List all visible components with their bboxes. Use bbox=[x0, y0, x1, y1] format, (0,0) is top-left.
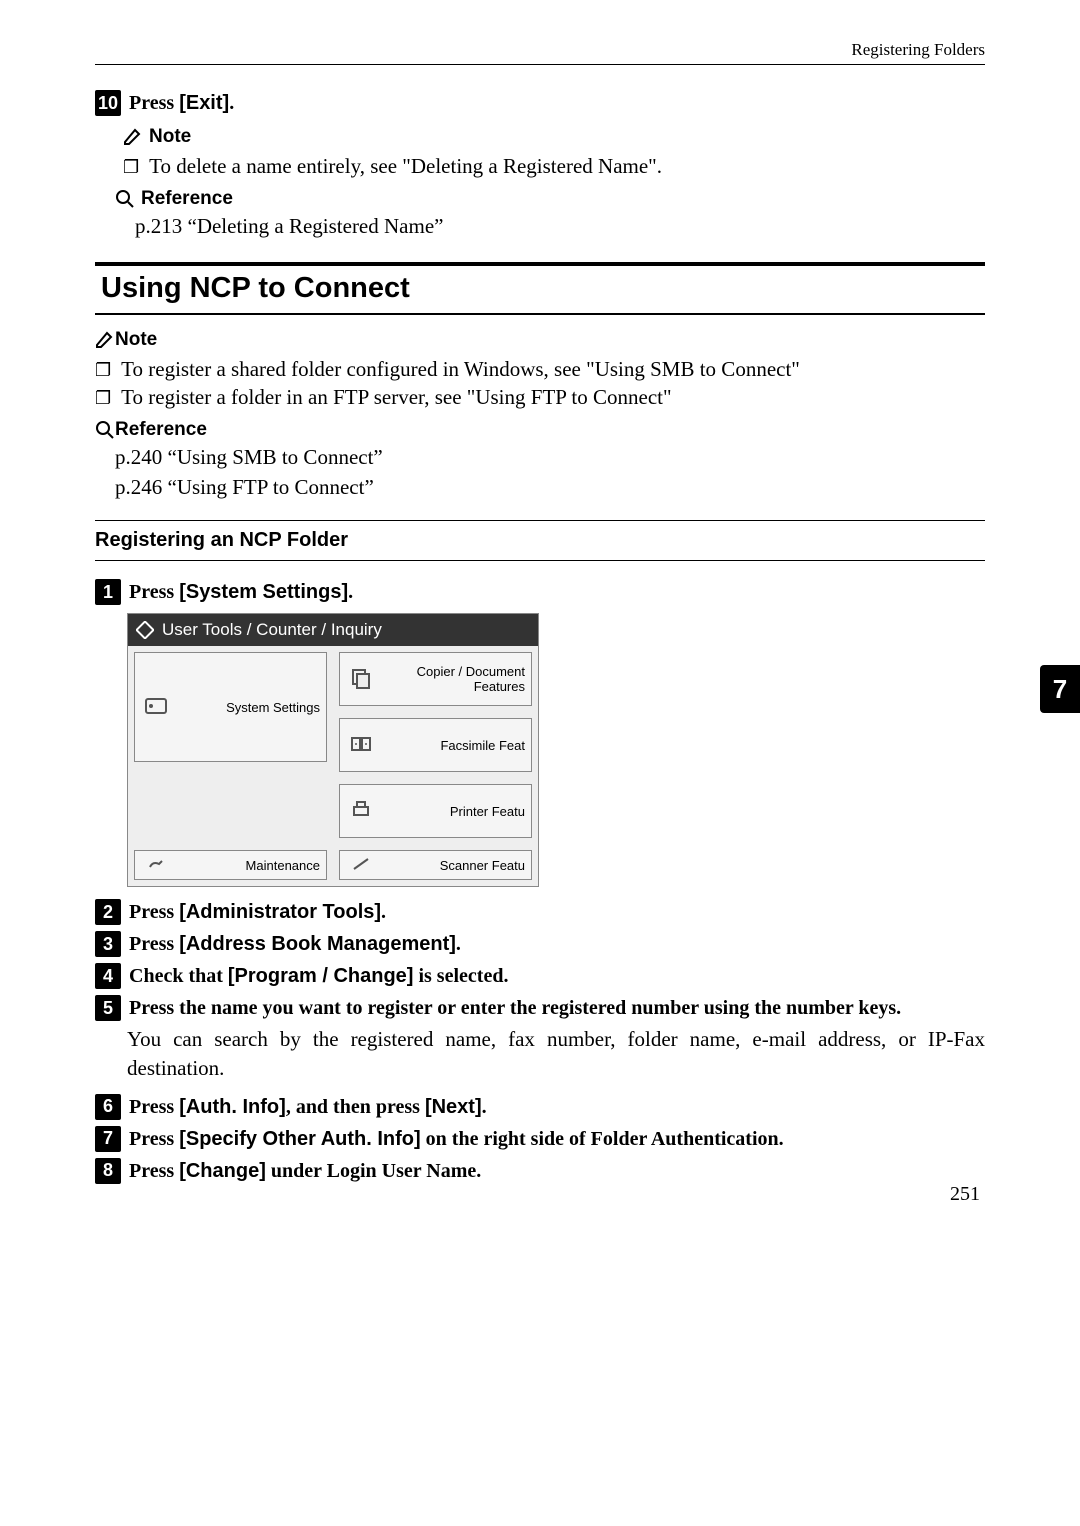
step-number-icon: 6 bbox=[95, 1094, 121, 1120]
checkbox-bullet-icon: ❐ bbox=[95, 383, 111, 411]
step-2-text: Press [Administrator Tools]. bbox=[129, 899, 386, 924]
step-7: 7 Press [Specify Other Auth. Info] on th… bbox=[95, 1126, 985, 1152]
step-3: 3 Press [Address Book Management]. bbox=[95, 931, 985, 957]
printer-icon bbox=[346, 798, 376, 825]
reference-heading: Reference bbox=[95, 419, 985, 441]
note-bullet: ❐ To register a folder in an FTP server,… bbox=[95, 383, 985, 411]
step-7-text: Press [Specify Other Auth. Info] on the … bbox=[129, 1126, 784, 1151]
system-settings-button[interactable]: System Settings bbox=[134, 652, 327, 762]
step-6: 6 Press [Auth. Info], and then press [Ne… bbox=[95, 1094, 985, 1120]
step-3-text: Press [Address Book Management]. bbox=[129, 931, 461, 956]
reference-text: p.246 “Using FTP to Connect” bbox=[115, 473, 985, 502]
chapter-tab: 7 bbox=[1040, 665, 1080, 713]
copier-features-button[interactable]: Copier / Document Features bbox=[339, 652, 532, 706]
subsection-heading: Registering an NCP Folder bbox=[95, 529, 985, 552]
step-8: 8 Press [Change] under Login User Name. bbox=[95, 1158, 985, 1184]
step-1: 1 Press [System Settings]. bbox=[95, 579, 985, 605]
reference-text: p.213 “Deleting a Registered Name” bbox=[135, 212, 985, 241]
magnifier-icon bbox=[95, 420, 115, 440]
diamond-icon bbox=[136, 621, 154, 639]
step-number-icon: 1 bbox=[95, 579, 121, 605]
screenshot-titlebar: User Tools / Counter / Inquiry bbox=[128, 614, 538, 646]
note-bullet: ❐ To register a shared folder configured… bbox=[95, 355, 985, 383]
header-right: Registering Folders bbox=[851, 40, 985, 59]
section-heading-wrap: Using NCP to Connect bbox=[95, 262, 985, 315]
step-6-text: Press [Auth. Info], and then press [Next… bbox=[129, 1094, 487, 1119]
pencil-icon bbox=[95, 330, 115, 350]
step-5-detail: You can search by the registered name, f… bbox=[127, 1025, 985, 1082]
note-heading: Note bbox=[95, 329, 985, 351]
ui-screenshot: User Tools / Counter / Inquiry System Se… bbox=[127, 613, 539, 887]
subsection-heading-wrap: Registering an NCP Folder bbox=[95, 520, 985, 561]
step-2: 2 Press [Administrator Tools]. bbox=[95, 899, 985, 925]
section-heading: Using NCP to Connect bbox=[101, 272, 985, 305]
step-4: 4 Check that [Program / Change] is selec… bbox=[95, 963, 985, 989]
step-number-icon: 5 bbox=[95, 995, 121, 1021]
facsimile-features-button[interactable]: Facsimile Feat bbox=[339, 718, 532, 772]
step-number-icon: 8 bbox=[95, 1158, 121, 1184]
step-10: 10 Press [Exit]. bbox=[95, 90, 985, 116]
wrench-icon bbox=[141, 855, 171, 876]
page-number: 251 bbox=[950, 1183, 980, 1206]
step-5-text: Press the name you want to register or e… bbox=[129, 995, 901, 1020]
magnifier-icon bbox=[115, 189, 135, 209]
reference-heading: Reference bbox=[115, 188, 985, 210]
scanner-icon bbox=[346, 855, 376, 876]
gear-icon bbox=[141, 693, 171, 722]
checkbox-bullet-icon: ❐ bbox=[123, 152, 139, 180]
maintenance-button[interactable]: Maintenance bbox=[134, 850, 327, 880]
step-number-icon: 10 bbox=[95, 90, 121, 116]
fax-icon bbox=[346, 732, 376, 759]
note-heading: Note bbox=[123, 126, 985, 148]
step-number-icon: 2 bbox=[95, 899, 121, 925]
step-10-text: Press [Exit]. bbox=[129, 90, 234, 115]
printer-features-button[interactable]: Printer Featu bbox=[339, 784, 532, 838]
step-8-text: Press [Change] under Login User Name. bbox=[129, 1158, 481, 1183]
step-5: 5 Press the name you want to register or… bbox=[95, 995, 985, 1021]
step-number-icon: 7 bbox=[95, 1126, 121, 1152]
scanner-features-button[interactable]: Scanner Featu bbox=[339, 850, 532, 880]
running-header: Registering Folders bbox=[95, 40, 985, 65]
reference-text: p.240 “Using SMB to Connect” bbox=[115, 443, 985, 472]
step-number-icon: 3 bbox=[95, 931, 121, 957]
checkbox-bullet-icon: ❐ bbox=[95, 355, 111, 383]
note-bullet: ❐ To delete a name entirely, see "Deleti… bbox=[123, 152, 985, 180]
step-1-text: Press [System Settings]. bbox=[129, 579, 353, 604]
pencil-icon bbox=[123, 127, 143, 147]
step-4-text: Check that [Program / Change] is selecte… bbox=[129, 963, 508, 988]
step-number-icon: 4 bbox=[95, 963, 121, 989]
copier-icon bbox=[346, 666, 376, 693]
